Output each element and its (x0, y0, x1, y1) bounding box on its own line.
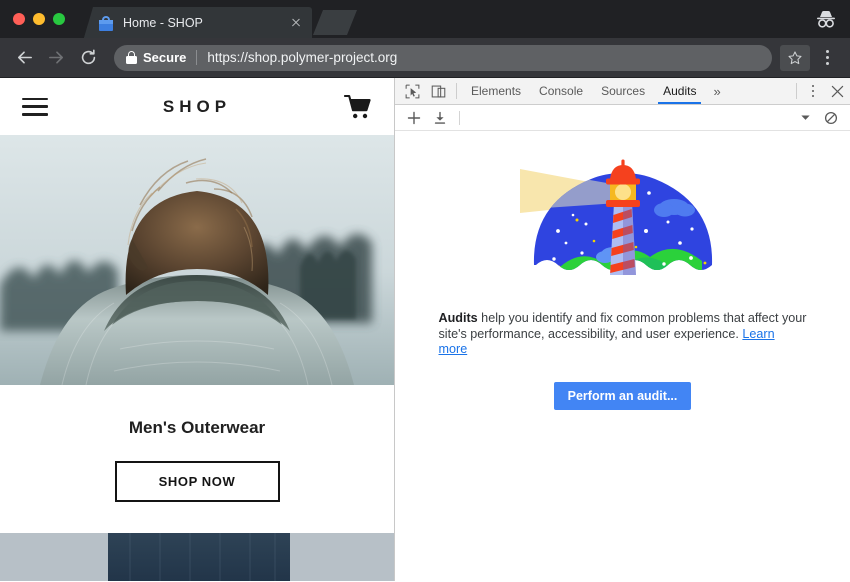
audits-description-bold: Audits (439, 311, 478, 325)
tab-audits[interactable]: Audits (654, 78, 705, 104)
tab-sources-label: Sources (601, 84, 645, 98)
devtools-tabbar: Elements Console Sources Audits » (395, 78, 850, 105)
audits-start-view: Audits help you identify and fix common … (395, 131, 850, 581)
add-audit-icon[interactable] (401, 106, 427, 130)
window-controls (13, 13, 65, 25)
cart-icon[interactable] (344, 94, 372, 120)
menu-icon[interactable] (22, 98, 48, 116)
audits-description: Audits help you identify and fix common … (439, 311, 807, 358)
page-viewport: SHOP (0, 78, 395, 581)
address-bar[interactable]: Secure https://shop.polymer-project.org (114, 45, 772, 71)
shopping-bag-icon (98, 15, 114, 31)
devtools-panel: Elements Console Sources Audits » (395, 78, 850, 581)
lock-icon (126, 51, 137, 64)
inspect-element-icon[interactable] (399, 78, 425, 104)
tab-audits-label: Audits (663, 84, 696, 98)
security-label: Secure (143, 50, 186, 65)
browser-window: Home - SHOP (0, 0, 850, 582)
reload-button[interactable] (74, 44, 102, 72)
browser-toolbar: Secure https://shop.polymer-project.org (0, 38, 850, 78)
close-window-button[interactable] (13, 13, 25, 25)
page-title: SHOP (0, 97, 394, 117)
clear-icon[interactable] (818, 106, 844, 130)
perform-audit-button[interactable]: Perform an audit... (554, 382, 692, 410)
hero-image (0, 135, 394, 385)
tab-title: Home - SHOP (123, 16, 288, 30)
devtools-close-icon[interactable] (824, 78, 850, 104)
tab-elements[interactable]: Elements (462, 78, 530, 104)
maximize-window-button[interactable] (53, 13, 65, 25)
hero-caption: Men's Outerwear (0, 385, 394, 438)
minimize-window-button[interactable] (33, 13, 45, 25)
content-area: SHOP (0, 78, 850, 581)
lighthouse-illustration (518, 147, 728, 297)
device-toolbar-icon[interactable] (425, 78, 451, 104)
url-text: https://shop.polymer-project.org (207, 50, 397, 65)
omnibox-divider (196, 50, 197, 65)
tab-console-label: Console (539, 84, 583, 98)
toolbar-divider (456, 83, 457, 99)
tab-close-icon[interactable] (288, 15, 304, 31)
tabbar-spacer (729, 78, 791, 104)
chrome-menu-icon[interactable] (814, 45, 840, 71)
shop-header: SHOP (0, 78, 394, 135)
secondary-hero-image (0, 533, 394, 581)
browser-tab[interactable]: Home - SHOP (84, 7, 312, 38)
back-button[interactable] (10, 44, 38, 72)
incognito-icon[interactable] (814, 9, 838, 29)
tab-console[interactable]: Console (530, 78, 592, 104)
tab-strip: Home - SHOP (0, 0, 850, 38)
subtoolbar-divider (459, 111, 460, 125)
devtools-menu-icon[interactable] (802, 78, 824, 104)
bookmark-star-icon[interactable] (780, 45, 810, 71)
tab-elements-label: Elements (471, 84, 521, 98)
more-tabs-icon[interactable]: » (705, 78, 728, 104)
download-icon[interactable] (427, 106, 453, 130)
tab-sources[interactable]: Sources (592, 78, 654, 104)
new-tab-button[interactable] (313, 10, 357, 35)
tabbar-divider-right (796, 83, 797, 99)
shop-now-button[interactable]: SHOP NOW (115, 461, 280, 502)
forward-button[interactable] (42, 44, 70, 72)
audits-subtoolbar (395, 105, 850, 131)
filter-dropdown-icon[interactable] (792, 106, 818, 130)
